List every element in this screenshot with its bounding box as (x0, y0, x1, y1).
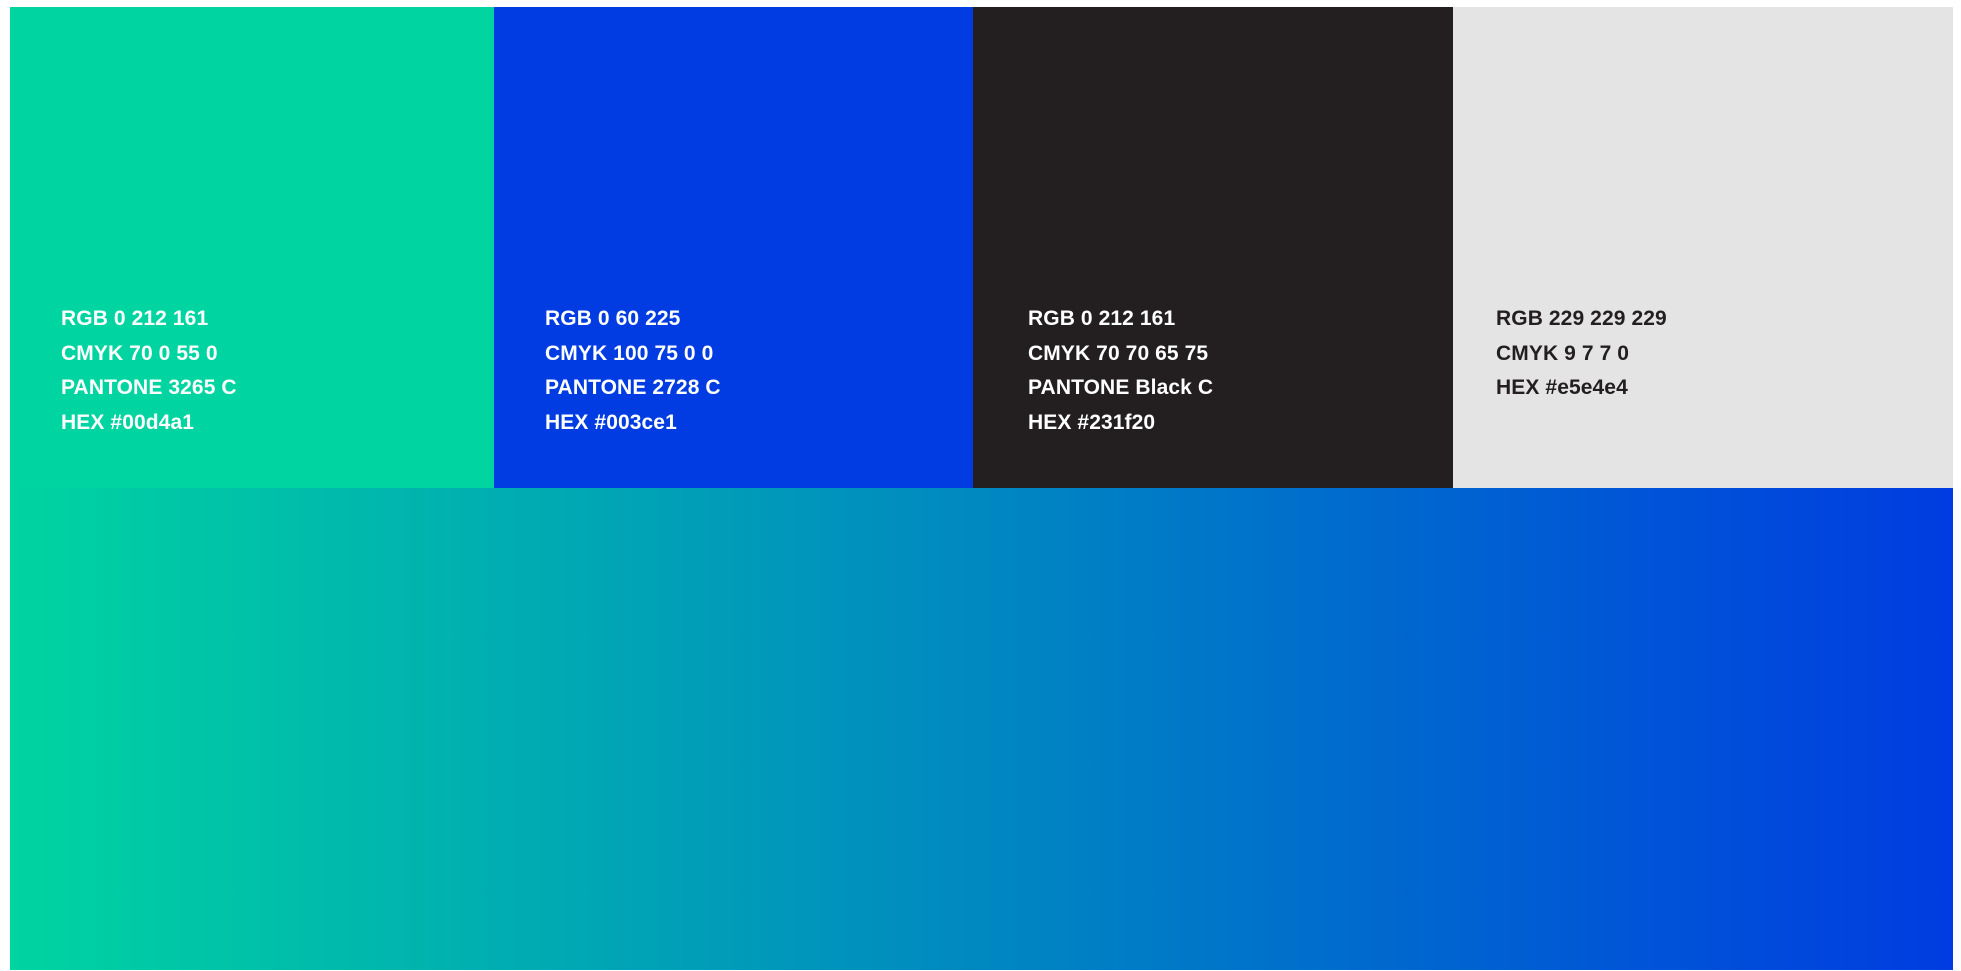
rgb-value: RGB 229 229 229 (1496, 307, 1667, 330)
color-palette: RGB 0 212 161 CMYK 70 0 55 0 PANTONE 326… (10, 7, 1953, 970)
swatch-row: RGB 0 212 161 CMYK 70 0 55 0 PANTONE 326… (10, 7, 1953, 488)
cmyk-value: CMYK 100 75 0 0 (545, 341, 714, 365)
hex-value: HEX #e5e4e4 (1496, 376, 1628, 399)
pantone-value: PANTONE 3265 C (61, 376, 237, 399)
swatch-green: RGB 0 212 161 CMYK 70 0 55 0 PANTONE 326… (10, 7, 494, 488)
hex-value: HEX #003ce1 (545, 410, 677, 434)
brand-gradient (10, 488, 1953, 970)
rgb-value: RGB 0 60 225 (545, 307, 681, 330)
color-specs: RGB 229 229 229 CMYK 9 7 7 0 HEX #e5e4e4 (1496, 302, 1667, 406)
rgb-value: RGB 0 212 161 (1028, 307, 1176, 330)
hex-value: HEX #00d4a1 (61, 410, 195, 434)
swatch-light-gray: RGB 229 229 229 CMYK 9 7 7 0 HEX #e5e4e4 (1453, 7, 1953, 488)
rgb-value: RGB 0 212 161 (61, 307, 209, 330)
swatch-black: RGB 0 212 161 CMYK 70 70 65 75 PANTONE B… (973, 7, 1453, 488)
swatch-blue: RGB 0 60 225 CMYK 100 75 0 0 PANTONE 272… (494, 7, 973, 488)
color-specs: RGB 0 60 225 CMYK 100 75 0 0 PANTONE 272… (545, 302, 721, 440)
color-specs: RGB 0 212 161 CMYK 70 0 55 0 PANTONE 326… (61, 302, 237, 440)
hex-value: HEX #231f20 (1028, 410, 1156, 434)
cmyk-value: CMYK 9 7 7 0 (1496, 341, 1630, 365)
cmyk-value: CMYK 70 70 65 75 (1028, 341, 1209, 365)
pantone-value: PANTONE Black C (1028, 376, 1214, 399)
color-specs: RGB 0 212 161 CMYK 70 70 65 75 PANTONE B… (1028, 302, 1213, 440)
pantone-value: PANTONE 2728 C (545, 376, 721, 399)
cmyk-value: CMYK 70 0 55 0 (61, 341, 218, 365)
